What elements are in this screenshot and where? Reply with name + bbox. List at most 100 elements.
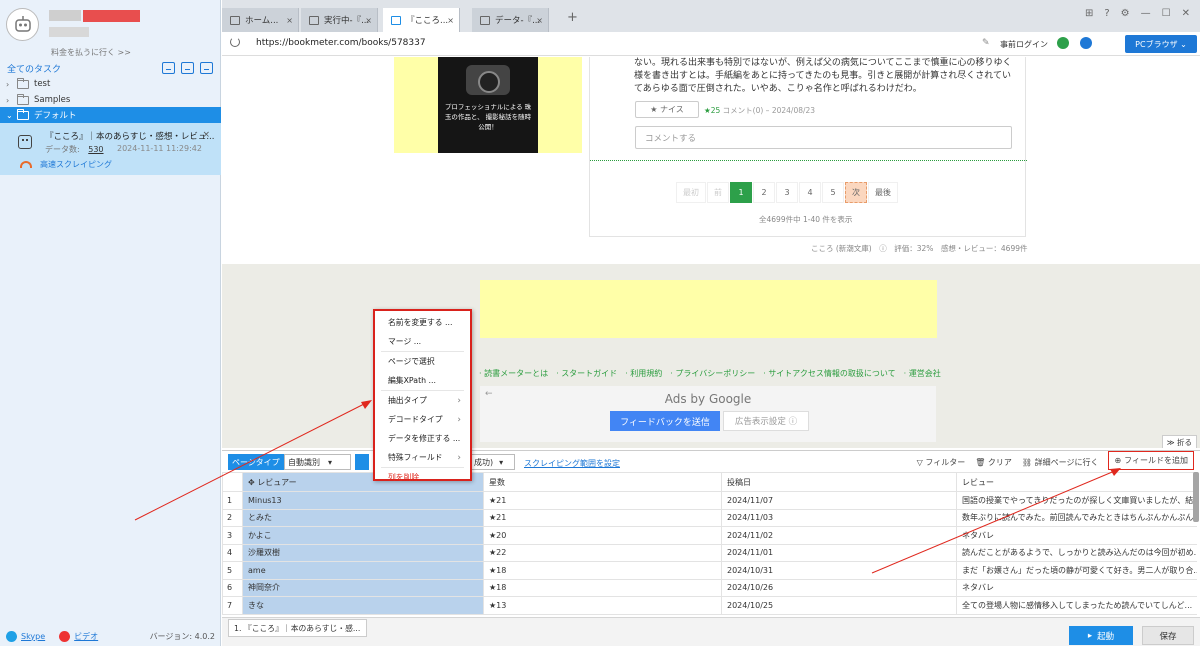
- cell-stars[interactable]: ★22: [483, 543, 722, 562]
- detail-page-button[interactable]: ⛓ 詳細ページに行く: [1022, 457, 1099, 468]
- user-agent-icon[interactable]: [1080, 37, 1092, 49]
- footer-link[interactable]: スタートガイド: [556, 368, 617, 379]
- ad-banner-middle[interactable]: [480, 280, 937, 338]
- table-row[interactable]: 2 とみた ★21 2024/11/03 数年ぶりに読んでみた。前回読んでみたときはちん…: [222, 508, 1197, 527]
- add-field-button[interactable]: ⊕ フィールドを追加: [1108, 451, 1194, 470]
- filter-button[interactable]: ▽ フィルター: [917, 457, 966, 468]
- cell-review[interactable]: ネタバレ: [956, 578, 1197, 597]
- move-icon[interactable]: ✥: [248, 478, 255, 487]
- footer-link[interactable]: 読書メーターとは: [479, 368, 548, 379]
- chevron-down-icon[interactable]: ⌄: [6, 111, 13, 120]
- menu-extract-type[interactable]: 抽出タイプ ›: [375, 391, 470, 410]
- nice-button[interactable]: ★ ナイス: [635, 101, 699, 118]
- page-type-label[interactable]: ページタイプ: [228, 454, 284, 470]
- cell-reviewer[interactable]: 沙羅双樹: [242, 543, 484, 562]
- ad-banner-left[interactable]: プロフェッショナルによる 珠玉の作品と、 撮影秘話を随時公開！: [394, 57, 582, 153]
- menu-special-field[interactable]: 特殊フィールド ›: [375, 448, 470, 467]
- search-task-icon[interactable]: [200, 62, 213, 74]
- save-button[interactable]: 保存: [1142, 626, 1194, 645]
- pay-link[interactable]: 料金を払うに行く >>: [51, 47, 131, 58]
- comment-count[interactable]: コメント(0): [723, 106, 764, 115]
- new-folder-icon[interactable]: [181, 62, 194, 74]
- cell-reviewer[interactable]: Minus13: [242, 491, 484, 510]
- fold-button[interactable]: ≫ 折る: [1161, 435, 1197, 448]
- cell-reviewer[interactable]: きな: [242, 596, 484, 615]
- auto-detect-select[interactable]: 自動識別 ▾: [284, 454, 351, 470]
- cell-date[interactable]: 2024/11/01: [721, 543, 957, 562]
- ad-settings-button[interactable]: 広告表示設定 ⓘ: [723, 411, 809, 431]
- page-last[interactable]: 最後: [868, 182, 898, 203]
- cell-date[interactable]: 2024/10/31: [721, 561, 957, 580]
- tab-data[interactable]: データ-『... ×: [472, 8, 549, 32]
- tree-item-test[interactable]: › test: [0, 76, 221, 92]
- table-row[interactable]: 5 ame ★18 2024/10/31 まだ「お嬢さん」だった頃の静が可愛くて好き。男…: [222, 561, 1197, 580]
- footer-link[interactable]: プライバシーポリシー: [670, 368, 755, 379]
- page-5[interactable]: 5: [822, 182, 844, 203]
- data-count-value[interactable]: 530: [88, 145, 103, 154]
- reload-icon[interactable]: [230, 37, 240, 47]
- cell-reviewer[interactable]: ame: [242, 561, 484, 580]
- page-first[interactable]: 最初: [676, 182, 706, 203]
- tree-item-samples[interactable]: › Samples: [0, 92, 221, 108]
- menu-modify-data[interactable]: データを修正する ...: [375, 429, 470, 448]
- pc-browser-dropdown[interactable]: PCブラウザ ⌄: [1125, 35, 1197, 53]
- table-row[interactable]: 7 きな ★13 2024/10/25 全ての登場人物に感情移入してしまったため読んでい…: [222, 596, 1197, 615]
- column-header-stars[interactable]: 星数: [483, 472, 722, 492]
- cell-stars[interactable]: ★21: [483, 491, 722, 510]
- footer-link[interactable]: 運営会社: [904, 368, 941, 379]
- cell-stars[interactable]: ★20: [483, 526, 722, 545]
- cell-date[interactable]: 2024/11/03: [721, 508, 957, 527]
- extension-icon[interactable]: [1057, 37, 1069, 49]
- cell-review[interactable]: 全ての登場人物に感情移入してしまったため読んでいてしんど...: [956, 596, 1197, 615]
- video-icon[interactable]: [59, 630, 71, 642]
- help-icon[interactable]: ?: [1104, 8, 1109, 19]
- table-row[interactable]: 6 神岡奈介 ★18 2024/10/26 ネタバレ: [222, 578, 1197, 597]
- tab-home[interactable]: ホーム... ×: [222, 8, 299, 32]
- cell-review[interactable]: ネタバレ: [956, 526, 1197, 545]
- clear-button[interactable]: 🗑 クリア: [975, 457, 1012, 468]
- settings-icon[interactable]: ⚙: [1121, 8, 1130, 19]
- menu-decode-type[interactable]: デコードタイプ ›: [375, 410, 470, 429]
- task-title[interactable]: 『こころ』｜本のあらすじ・感想・レビュ...: [45, 130, 214, 142]
- chevron-right-icon[interactable]: ›: [6, 96, 12, 105]
- close-icon[interactable]: ×: [536, 16, 543, 25]
- column-header-review[interactable]: レビュー: [956, 472, 1197, 492]
- avatar[interactable]: [6, 8, 39, 41]
- set-scope-link[interactable]: スクレイピング範囲を設定: [524, 458, 620, 469]
- menu-edit-xpath[interactable]: 編集XPath ...: [375, 371, 470, 390]
- all-tasks-title[interactable]: 全てのタスク: [7, 62, 61, 75]
- table-scrollbar[interactable]: [1193, 472, 1199, 522]
- table-row[interactable]: 4 沙羅双樹 ★22 2024/11/01 読んだことがあるようで、しっかりと読み込んだ…: [222, 543, 1197, 562]
- column-header-date[interactable]: 投稿日: [721, 472, 957, 492]
- menu-rename[interactable]: 名前を変更する ...: [375, 313, 470, 332]
- cell-date[interactable]: 2024/11/07: [721, 491, 957, 510]
- menu-select-in-page[interactable]: ページで選択: [375, 352, 470, 371]
- cell-reviewer[interactable]: とみた: [242, 508, 484, 527]
- url-input[interactable]: https://bookmeter.com/books/578337: [256, 38, 426, 48]
- cell-reviewer[interactable]: かよこ: [242, 526, 484, 545]
- skype-link[interactable]: Skype: [21, 632, 45, 641]
- ad-image[interactable]: プロフェッショナルによる 珠玉の作品と、 撮影秘話を随時公開！: [438, 57, 538, 153]
- page-4[interactable]: 4: [799, 182, 821, 203]
- page-1[interactable]: 1: [730, 182, 752, 203]
- gift-icon[interactable]: ⊞: [1085, 8, 1093, 19]
- close-icon[interactable]: ×: [365, 16, 372, 25]
- table-row[interactable]: 1 Minus13 ★21 2024/11/07 国語の授業でやってきりだったのが探しく…: [222, 491, 1197, 510]
- cell-reviewer[interactable]: 神岡奈介: [242, 578, 484, 597]
- cell-review[interactable]: 数年ぶりに読んでみた。前回読んでみたときはちんぷんかんぷん...: [956, 508, 1197, 527]
- workflow-step-tab[interactable]: 1. 『こころ』｜本のあらすじ・感...: [228, 619, 367, 637]
- cell-stars[interactable]: ★13: [483, 596, 722, 615]
- cell-date[interactable]: 2024/10/25: [721, 596, 957, 615]
- footer-link[interactable]: 利用規約: [625, 368, 662, 379]
- cell-stars[interactable]: ★18: [483, 578, 722, 597]
- cell-stars[interactable]: ★21: [483, 508, 722, 527]
- cell-date[interactable]: 2024/11/02: [721, 526, 957, 545]
- menu-delete-column[interactable]: 列を削除: [375, 468, 470, 487]
- cell-review[interactable]: まだ「お嬢さん」だった頃の静が可愛くて好き。男二人が取り合...: [956, 561, 1197, 580]
- chevron-right-icon[interactable]: ›: [6, 80, 12, 89]
- page-3[interactable]: 3: [776, 182, 798, 203]
- close-window-icon[interactable]: ✕: [1182, 8, 1190, 19]
- footer-link[interactable]: サイトアクセス情報の取扱について: [763, 368, 895, 379]
- list-type-label[interactable]: [355, 454, 369, 470]
- minimize-icon[interactable]: —: [1141, 8, 1151, 19]
